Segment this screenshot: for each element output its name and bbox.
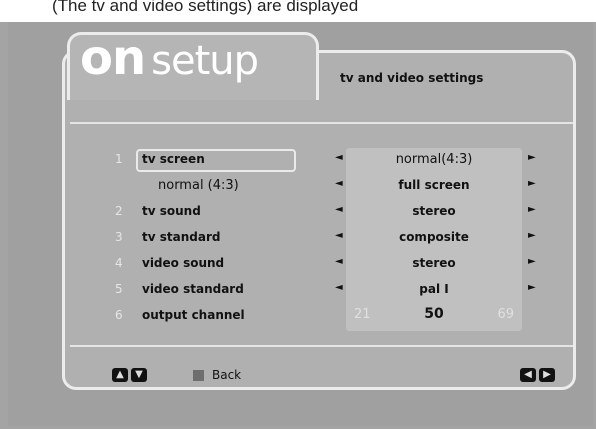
arrow-left-icon[interactable]: ◄: [335, 282, 343, 293]
row-label: video sound: [142, 256, 225, 270]
row-number: 5: [115, 282, 123, 296]
left-key-icon[interactable]: ◀: [520, 368, 536, 382]
back-button-label[interactable]: Back: [212, 368, 241, 382]
logo-setup: setup: [151, 38, 259, 84]
channel-current: 50: [424, 306, 444, 322]
row-value: stereo: [412, 256, 456, 270]
arrow-right-icon[interactable]: ►: [528, 204, 536, 215]
arrow-left-icon[interactable]: ◄: [335, 152, 343, 163]
back-key-icon[interactable]: [193, 370, 204, 381]
row-number: 3: [115, 230, 123, 244]
arrow-right-icon[interactable]: ►: [528, 230, 536, 241]
caption-text: (The tv and video settings) are displaye…: [52, 0, 359, 15]
arrow-right-icon[interactable]: ►: [528, 178, 536, 189]
setting-row-tv-standard[interactable]: 3 tv standard ◄ composite ►: [0, 226, 596, 250]
row-number: 4: [115, 256, 123, 270]
row-number: 6: [115, 308, 123, 322]
arrow-right-icon[interactable]: ►: [528, 152, 536, 163]
row-label: tv standard: [142, 230, 221, 244]
down-key-icon[interactable]: ▼: [131, 368, 147, 382]
setting-row-video-standard[interactable]: 5 video standard ◄ pal I ►: [0, 278, 596, 302]
setting-row-tv-screen[interactable]: 1 tv screen ◄ normal(4:3) ►: [0, 148, 596, 172]
arrow-left-icon[interactable]: ◄: [335, 230, 343, 241]
setting-row-tv-sound[interactable]: 2 tv sound ◄ stereo ►: [0, 200, 596, 224]
setting-row-aspect[interactable]: normal (4:3) ◄ full screen ►: [0, 174, 596, 198]
arrow-right-icon[interactable]: ►: [528, 282, 536, 293]
row-value: composite: [399, 230, 469, 244]
arrow-right-icon[interactable]: ►: [528, 256, 536, 267]
logo-on: on: [80, 30, 146, 86]
row-label: output channel: [142, 308, 245, 322]
arrow-left-icon[interactable]: ◄: [335, 204, 343, 215]
arrow-left-icon[interactable]: ◄: [335, 256, 343, 267]
top-divider: [70, 122, 573, 124]
row-value: full screen: [398, 178, 470, 192]
row-value: pal I: [419, 282, 449, 296]
row-number: 1: [115, 152, 123, 166]
setting-row-video-sound[interactable]: 4 video sound ◄ stereo ►: [0, 252, 596, 276]
caption-strip: (The tv and video settings) are displaye…: [0, 0, 596, 22]
page-title: tv and video settings: [340, 71, 484, 85]
row-value: normal(4:3): [395, 152, 473, 167]
on-setup-logo: on setup: [80, 30, 259, 89]
row-value: stereo: [412, 204, 456, 218]
bottom-divider: [70, 345, 573, 347]
row-label: video standard: [142, 282, 244, 296]
title-tab: [328, 62, 572, 108]
row-number: 2: [115, 204, 123, 218]
row-label: tv screen: [142, 152, 205, 166]
up-key-icon[interactable]: ▲: [112, 368, 128, 382]
right-key-icon[interactable]: ▶: [539, 368, 555, 382]
channel-max: 69: [497, 307, 514, 322]
channel-selector[interactable]: 21 50 69: [346, 306, 522, 327]
row-label: normal (4:3): [158, 178, 239, 193]
arrow-left-icon[interactable]: ◄: [335, 178, 343, 189]
row-label: tv sound: [142, 204, 201, 218]
